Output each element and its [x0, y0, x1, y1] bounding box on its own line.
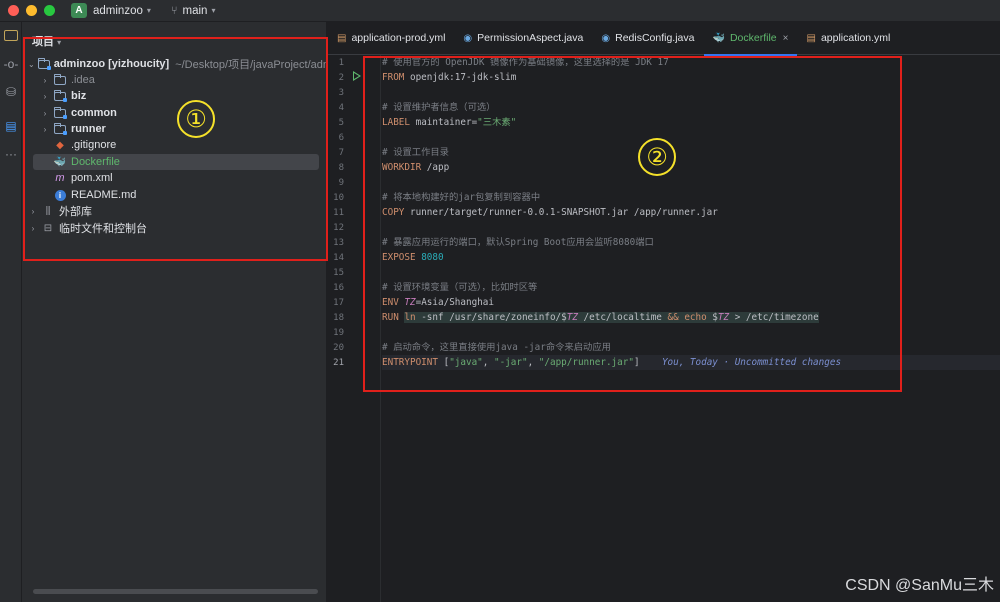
line-number: 11	[333, 208, 344, 218]
close-window-button[interactable]	[8, 5, 19, 16]
line-number: 4	[338, 103, 344, 113]
line-number: 16	[333, 283, 344, 293]
tab-application-yml[interactable]: ▤ application.yml	[797, 22, 899, 55]
more-icon[interactable]: ···	[3, 146, 19, 162]
java-icon: ◉	[601, 32, 611, 44]
git-branch-icon: ⑂	[170, 4, 178, 17]
line-number: 15	[333, 268, 344, 278]
line-number: 6	[338, 133, 344, 143]
yml-icon: ▤	[337, 32, 347, 44]
line-number: 13	[333, 238, 344, 248]
window-controls	[8, 5, 55, 16]
project-badge[interactable]: A	[71, 3, 87, 18]
line-number: 3	[338, 88, 344, 98]
horizontal-scrollbar[interactable]	[33, 589, 318, 594]
run-icon[interactable]	[353, 71, 361, 81]
line-number: 18	[333, 313, 344, 323]
line-number: 10	[333, 193, 344, 203]
line-number: 8	[338, 163, 344, 173]
chevron-down-icon[interactable]: ▾	[147, 6, 151, 15]
line-number: 14	[333, 253, 344, 263]
docker-icon: 🐳	[712, 32, 725, 44]
java-icon: ◉	[463, 32, 473, 44]
annotation-number-2: ②	[638, 138, 676, 176]
line-number: 1	[338, 58, 344, 68]
commit-icon[interactable]: -o-	[3, 56, 19, 72]
annotation-box-1	[23, 37, 328, 261]
tab-dockerfile[interactable]: 🐳 Dockerfile ×	[703, 22, 798, 56]
project-switcher[interactable]: adminzoo	[93, 5, 143, 17]
minimize-window-button[interactable]	[26, 5, 37, 16]
line-number: 5	[338, 118, 344, 128]
line-number: 17	[333, 298, 344, 308]
line-number: 20	[333, 343, 344, 353]
line-number: 2	[338, 73, 344, 83]
line-number: 7	[338, 148, 344, 158]
title-bar: A adminzoo ▾ ⑂ main ▾	[0, 0, 1000, 22]
tool-window-strip: -o- ⛁ ▤ ···	[0, 22, 22, 602]
line-number: 12	[333, 223, 344, 233]
branch-switcher[interactable]: main	[183, 5, 208, 17]
zoom-window-button[interactable]	[44, 5, 55, 16]
editor-tabs: ▤ application-prod.yml ◉ PermissionAspec…	[328, 22, 1000, 56]
line-number: 21	[333, 358, 344, 368]
tab-application-prod-yml[interactable]: ▤ application-prod.yml	[328, 22, 454, 55]
close-icon[interactable]: ×	[783, 33, 789, 44]
line-number: 19	[333, 328, 344, 338]
yml-icon: ▤	[806, 32, 816, 44]
database-icon[interactable]: ⛁	[3, 84, 19, 100]
tab-redis-config-java[interactable]: ◉ RedisConfig.java	[592, 22, 703, 55]
project-folder-icon[interactable]	[4, 30, 18, 41]
chevron-down-icon[interactable]: ▾	[211, 6, 215, 15]
tab-permission-aspect-java[interactable]: ◉ PermissionAspect.java	[454, 22, 592, 55]
line-number: 9	[338, 178, 344, 188]
annotation-box-2	[363, 56, 902, 392]
watermark: CSDN @SanMu三木	[845, 577, 994, 594]
annotation-number-1: ①	[177, 100, 215, 138]
structure-icon[interactable]: ▤	[3, 118, 19, 134]
